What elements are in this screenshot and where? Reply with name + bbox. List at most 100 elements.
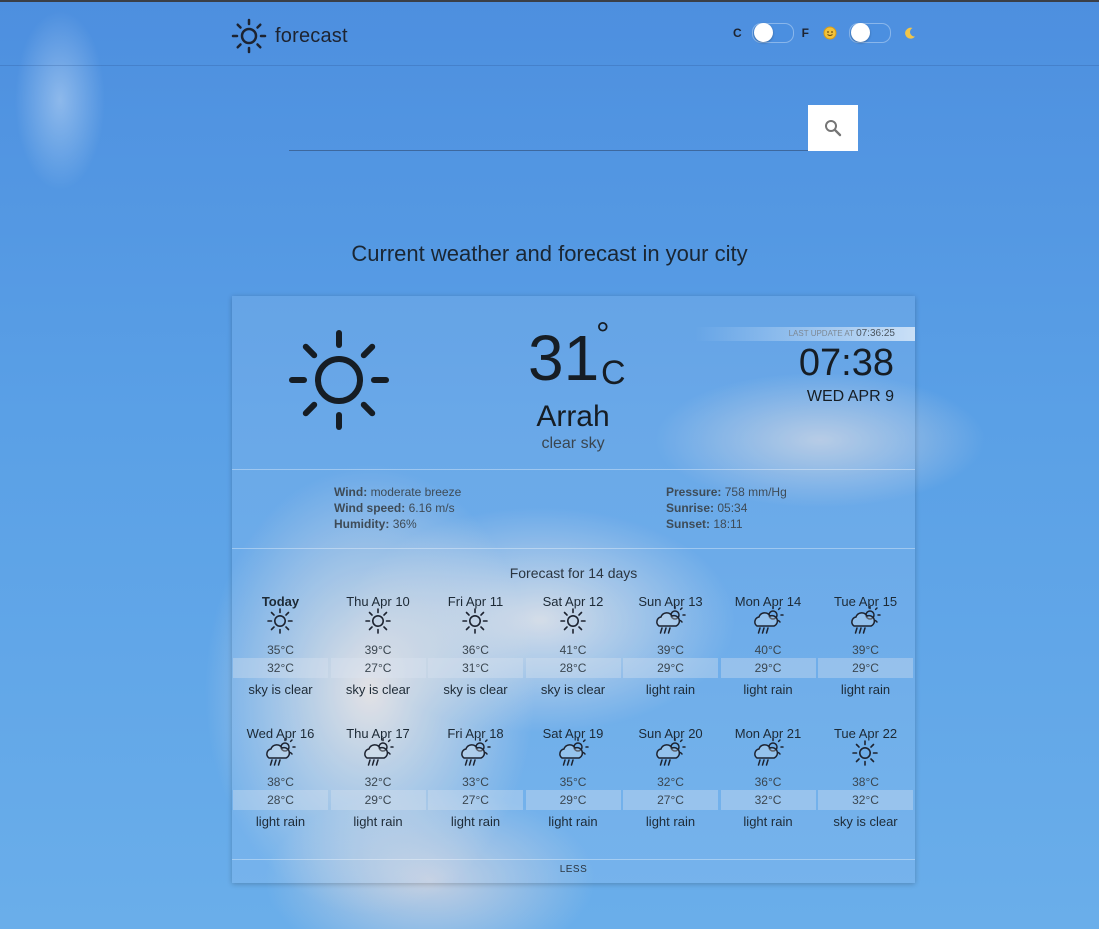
page-title: Current weather and forecast in your cit… [351, 241, 748, 266]
forecast-max-temp: 41°C [559, 643, 587, 657]
pressure-value: 758 mm/Hg [724, 485, 787, 499]
app-header: forecast C F [0, 2, 1099, 66]
sunrise-row: Sunrise: 05:34 [666, 500, 787, 516]
clear-sky-icon [289, 330, 389, 430]
forecast-max-temp: 33°C [462, 775, 489, 789]
forecast-title: Forecast for 14 days [509, 565, 638, 581]
divider-top [232, 469, 915, 470]
forecast-day: Thu Apr 17 32°C 29°C light rain [330, 726, 427, 836]
unit-c-label: C [733, 26, 742, 40]
wind-value: moderate breeze [370, 485, 462, 499]
theme-toggle[interactable] [849, 23, 892, 43]
divider-middle [232, 548, 915, 549]
sun-icon [461, 607, 489, 640]
forecast-description: light rain [548, 814, 598, 829]
unit-toggle[interactable] [751, 23, 794, 43]
sunrise-value: 05:34 [717, 501, 748, 515]
unit-f-label: F [801, 26, 810, 40]
forecast-day: Sun Apr 13 39°C 29°C light rain [622, 594, 719, 704]
search-underline [289, 150, 809, 151]
forecast-description: sky is clear [443, 682, 508, 697]
forecast-max-temp: 35°C [267, 643, 294, 657]
unit-toggle-knob[interactable] [753, 23, 773, 42]
wind-speed-row: Wind speed: 6.16 m/s [334, 500, 461, 516]
forecast-day: Mon Apr 14 40°C 29°C light rain [720, 594, 817, 704]
forecast-description: light rain [743, 814, 793, 829]
forecast-min-temp: 28°C [525, 658, 621, 678]
forecast-min-temp: 29°C [330, 790, 426, 810]
moon-icon [905, 27, 916, 39]
forecast-min-temp: 29°C [720, 658, 816, 678]
logo-text: forecast [275, 24, 348, 47]
forecast-day: Wed Apr 16 38°C 28°C light rain [232, 726, 329, 836]
forecast-description: light rain [353, 814, 403, 829]
forecast-min-temp: 29°C [818, 658, 913, 678]
forecast-max-temp: 36°C [462, 643, 489, 657]
local-time: 07:38 [798, 342, 894, 384]
forecast-description: sky is clear [345, 682, 411, 697]
last-update-bar: LAST UPDATE AT 07:36:25 [695, 327, 915, 341]
last-update-text: LAST UPDATE AT 07:36:25 [789, 328, 895, 339]
forecast-day: Today 35°C 32°C sky is clear [232, 594, 329, 704]
forecast-day: Sat Apr 12 41°C 28°C sky is clear [525, 594, 622, 704]
forecast-max-temp: 32°C [364, 775, 392, 789]
last-update-label: LAST UPDATE AT [788, 329, 854, 338]
light-rain-icon [361, 737, 395, 772]
light-rain-icon [848, 605, 882, 640]
forecast-description: light rain [645, 814, 696, 829]
light-rain-icon [653, 605, 687, 640]
forecast-description: light rain [645, 682, 696, 697]
humidity-row: Humidity: 36% [334, 516, 461, 532]
light-rain-icon [751, 605, 785, 640]
wind-speed-label: Wind speed: [334, 501, 406, 515]
forecast-min-temp: 28°C [233, 790, 328, 810]
theme-toggle-knob[interactable] [851, 23, 871, 42]
weather-card: 31 ° C Arrah clear sky LAST UPDATE AT 07… [232, 296, 915, 883]
forecast-description: light rain [840, 682, 891, 697]
wind-row: Wind: moderate breeze [334, 484, 461, 500]
forecast-max-temp: 32°C [657, 775, 684, 789]
light-rain-icon [751, 737, 785, 772]
forecast-day: Tue Apr 22 38°C 32°C sky is clear [817, 726, 914, 836]
forecast-min-temp: 29°C [525, 790, 621, 810]
pressure-label: Pressure: [666, 485, 722, 499]
degree-symbol: ° [596, 316, 610, 354]
forecast-max-temp: 39°C [364, 643, 392, 657]
light-rain-icon [263, 737, 297, 772]
forecast-description: sky is clear [540, 682, 606, 697]
forecast-day: Sat Apr 19 35°C 29°C light rain [525, 726, 622, 836]
forecast-min-temp: 27°C [330, 658, 426, 678]
forecast-max-temp: 39°C [657, 643, 684, 657]
light-rain-icon [556, 737, 590, 772]
forecast-day: Fri Apr 11 36°C 31°C sky is clear [427, 594, 524, 704]
sun-icon [559, 607, 587, 640]
forecast-day: Fri Apr 18 33°C 27°C light rain [427, 726, 524, 836]
sunrise-label: Sunrise: [666, 501, 715, 515]
humidity-value: 36% [392, 517, 417, 531]
divider-bottom [232, 859, 915, 860]
forecast-max-temp: 40°C [754, 643, 782, 657]
forecast-description: sky is clear [248, 682, 313, 697]
forecast-min-temp: 32°C [233, 658, 328, 678]
last-update-time: 07:36:25 [856, 328, 895, 339]
forecast-description: light rain [450, 814, 501, 829]
search-input[interactable] [289, 110, 808, 148]
sun-icon [364, 607, 392, 640]
less-button[interactable]: LESS [232, 864, 915, 875]
forecast-min-temp: 31°C [428, 658, 523, 678]
search-button[interactable] [808, 105, 858, 151]
forecast-description: light rain [743, 682, 793, 697]
sun-face-icon [823, 26, 837, 40]
temperature-unit: C [601, 354, 626, 392]
logo[interactable]: forecast [231, 18, 348, 54]
city-name: Arrah [536, 400, 610, 433]
header-toggles: C F [733, 23, 917, 43]
sunset-row: Sunset: 18:11 [666, 516, 787, 532]
details-right: Pressure: 758 mm/Hg Sunrise: 05:34 Sunse… [666, 484, 787, 532]
forecast-day: Mon Apr 21 36°C 32°C light rain [720, 726, 817, 836]
search-icon [825, 120, 842, 137]
forecast-min-temp: 32°C [818, 790, 913, 810]
light-rain-icon [458, 737, 492, 772]
sun-icon [266, 607, 294, 640]
sunset-label: Sunset: [666, 517, 711, 531]
